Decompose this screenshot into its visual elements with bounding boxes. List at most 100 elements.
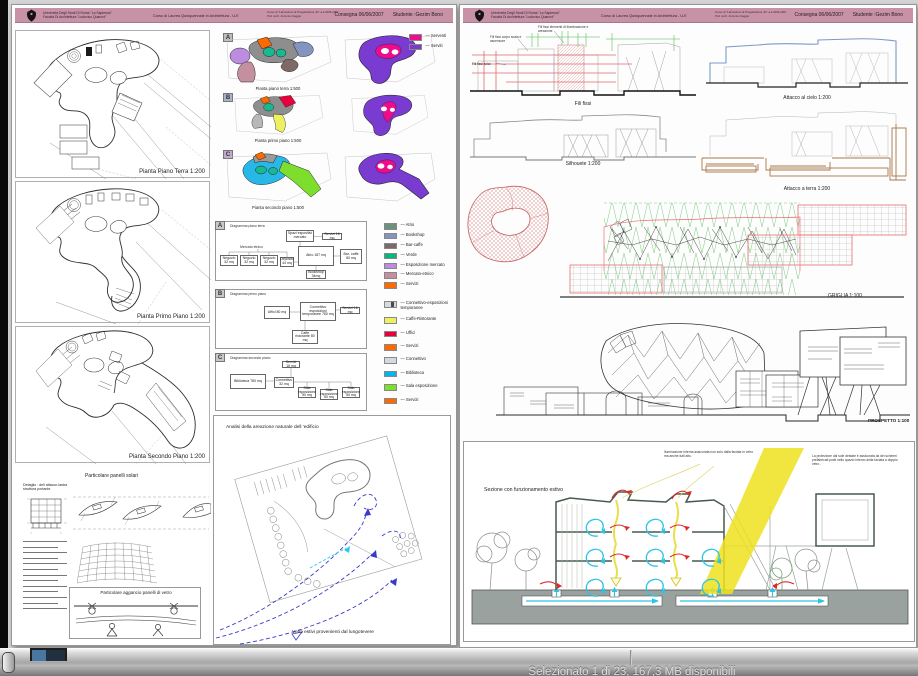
diagram-box: Deposito 44 mq [280,257,294,267]
status-strip [0,665,918,676]
legend-label: Sala esposizione [401,384,438,389]
attacco-terra-label: Attacco a terra 1:200 [700,186,914,192]
legend-swatch [384,344,397,351]
solar-panel-detail-section: Particolare panelli solari Detaglio : de… [15,465,208,645]
prospetto-label: PROSPETTO 1:100 [868,418,909,423]
course-name: Corso di Laurea Quinquennale in Architet… [601,14,687,18]
thumbnail-peek[interactable] [30,648,67,661]
griglia-label: GRIGLIA 1:100 [828,293,862,299]
diagram-box: Caffe ristorante 80 mq [292,330,318,344]
diagram-box: Servizi 16 mq [340,307,360,314]
sezione-title: Sezione con funzionamento estivo [484,487,563,493]
griglia-elevation-drawing [552,201,914,303]
curved-panel-grid-drawing [77,537,157,585]
silhouette-drawing [466,109,700,161]
diagram-box: Sala esposizione 50 mq [298,387,316,398]
summer-section-drawing [464,442,916,643]
faculty-name: Facoltà Di Architettura "Ludovico Quaron… [491,15,560,20]
schema-servant-first [341,92,437,136]
legend-swatch [384,223,397,230]
schema-servant-second [341,149,437,204]
legend-swatch [384,357,397,364]
diagram-box: Sala esposizione 50 mq [342,387,360,398]
diagram-box: Negozio 32 mq [240,255,258,266]
legend-label: Verde [401,253,417,258]
silhouette-label: Silhouete 1:200 [466,161,700,167]
plan-second-floor: Pianta Secondo Piano 1:200 [15,326,210,463]
prospetto-drawing [488,313,914,431]
glass-panel-detail: Particolare aggancio panelli di vetro [69,587,201,639]
legend-swatch [384,253,397,260]
solar-slats-drawing [71,493,211,533]
lab-professor: Prof. arch. Antonino Saggio [267,15,339,19]
glass-panel-drawing [70,599,202,639]
legend-swatch [384,371,397,378]
legend-swatch [384,398,397,405]
diagram-box: Negozio 32 mq [260,255,278,266]
legend-label: Bookshop [401,233,425,238]
diagram-second-floor: C Diagramma secondo piano Servizi 16 mq … [215,353,367,411]
aeration-site-drawing [214,416,452,646]
schema-colored-first [223,92,333,136]
serventi-swatch [409,34,422,41]
schema-colored-second [223,149,333,204]
solar-section-title: Particolare panelli solari [15,473,208,479]
university-crest-icon [26,9,37,22]
lab-professor: Prof. arch. Antonino Saggio [715,15,787,19]
plan-ground-floor: Pianta Piano Terra 1:200 [15,30,210,178]
schema-label: Pianta secondo piano 1:500 [223,205,333,210]
glass-detail-caption: Particolare aggancio panelli di vetro [70,590,202,595]
diagram-box: Uffici 80 mq [264,306,290,319]
studente-name: Studente :Gezim Bono [853,12,903,18]
legend-label: Connettivo-esposizioni temporanee [401,301,457,310]
legend-ground-floor: Atrio Bookshop Bar-caffe Verde Esposizio… [384,223,456,292]
attacco-cielo-label: Attacco al cielo 1:200 [700,95,914,101]
legend-label: Uffici [401,331,416,336]
schema-label: Pianta piano terra 1:500 [223,86,333,91]
board-header: Università Degli Studi Di Roma "La Sapie… [15,8,453,23]
studente-name: Studente :Gezim Bono [393,12,443,18]
legend-swatch [384,317,397,324]
solar-notes-list [23,541,73,614]
legend-first-floor: Connettivo-esposizioni temporanee Caffe-… [384,301,456,358]
toolbar-divider [630,650,631,665]
legend-swatch [384,233,397,240]
legend-swatch [384,282,397,289]
consegna-date: Consegna 06/06/2007 [794,12,843,18]
aeration-caption: Venti estivi provenienti dal lungotevere [214,630,452,635]
legend-label: Connettivo [401,357,426,362]
bottom-toolbar [0,648,918,676]
diagram-box: Negozio 32 mq [220,255,238,266]
serviti-swatch [409,44,422,51]
diagram-label: Mercato etnico [240,245,263,249]
legend-label: Biblioteca [401,371,425,376]
sezione-annotation-light: Iluminazione interna assicurata non solo… [664,450,758,458]
schema-label: Pianta primo piano 1:500 [223,138,333,143]
viewer-canvas: Università Degli Studi Di Roma "La Sapie… [8,0,918,648]
plan-label: Pianta Piano Terra 1:200 [139,169,205,175]
legend-swatch [384,272,397,279]
fili-fissi-annotation-solai: Fili fissi solai [472,62,504,66]
legend-swatch [384,301,397,308]
scroll-knob[interactable] [2,652,15,673]
aeration-analysis: Analisi della areazione naturale dell 'e… [213,415,451,645]
plan-first-floor-drawing [16,182,211,324]
fili-fissi-annotation-top: Fili fissi elementi di illuminazione e a… [538,25,602,33]
diagram-first-floor: B Diagramma primo piano Uffici 80 mq Con… [215,289,367,349]
legend-label: Esposizione mercato [401,263,445,268]
legend-swatch [384,384,397,391]
diagram-box: Biblioteca 780 mq [230,374,266,389]
serviti-label: Serviti [426,44,443,49]
board-right-tavola: Università Degli Studi Di Roma "La Sapie… [459,4,917,648]
diagram-box: Bar- caffe 80 mq [340,249,362,264]
legend-label: Bar-caffe [401,243,423,248]
solar-detail-caption: Detaglio : dell attacco lastra struttura… [23,483,79,492]
fili-fissi-annotation-scala: Fili fissi corpo scala e ascensore [490,35,534,43]
legend-second-floor: Connettivo Biblioteca Sala esposizione S… [384,357,456,411]
faculty-name: Facoltà Di Architettura "Ludovico Quaron… [43,15,112,20]
panel-attachment-grid-drawing [27,496,67,534]
diagram-box: Bookshop 34mq [306,270,326,279]
diagram-box: Spazi espositivi mercato [286,230,314,242]
diagram-box: Servizi 16 mq [282,361,300,368]
status-text: Selezionato 1 di 23, 167,3 MB disponibil… [528,666,735,676]
